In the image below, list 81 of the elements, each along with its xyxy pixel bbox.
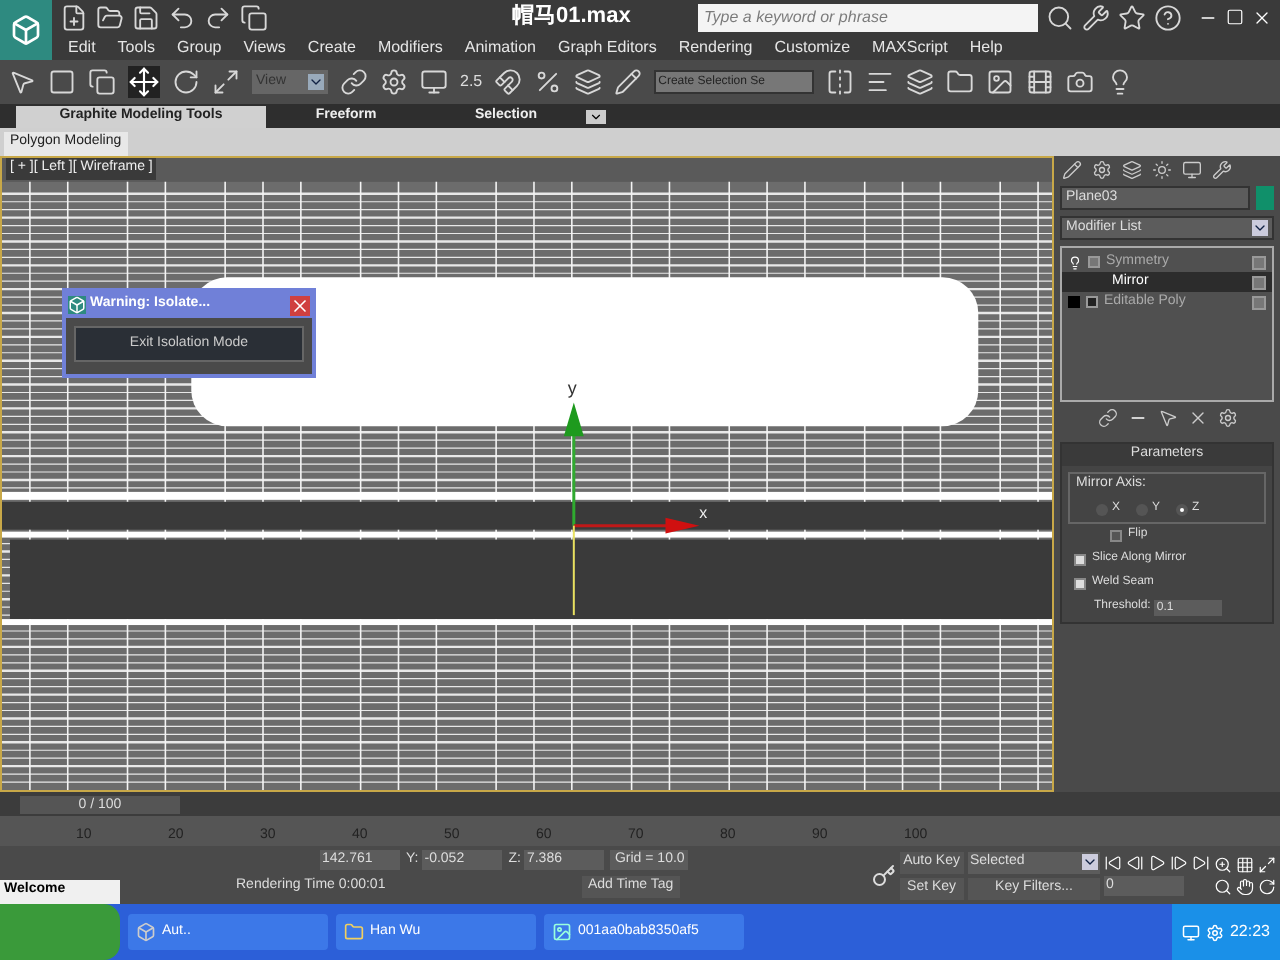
next-frame-icon[interactable]: [1170, 854, 1188, 872]
folder-icon: [344, 922, 364, 942]
search-field[interactable]: Type a keyword or phrase: [698, 3, 1038, 31]
modify-tab-icon[interactable]: [1090, 160, 1114, 180]
snap-icon[interactable]: [494, 68, 523, 96]
edit-set-icon[interactable]: [614, 68, 643, 96]
clock: 22:23: [1229, 920, 1270, 944]
new-file-icon[interactable]: [60, 3, 88, 31]
play-icon[interactable]: [1148, 854, 1166, 872]
menu-item[interactable]: Views: [243, 35, 286, 59]
go-to-start-icon[interactable]: [1104, 854, 1122, 872]
dropdown-arrow-icon: [1082, 854, 1098, 870]
transform-gizmo-icon[interactable]: [563, 402, 700, 617]
display-tab-icon[interactable]: [1180, 160, 1204, 180]
utilities-tab-icon[interactable]: [1210, 160, 1234, 180]
menu-item[interactable]: Create: [307, 35, 356, 59]
menu-item[interactable]: Group: [176, 35, 222, 59]
mirror-icon[interactable]: [826, 68, 855, 96]
menu-item[interactable]: Help: [969, 35, 1003, 59]
axis-label: y: [567, 378, 577, 399]
object-color-swatch[interactable]: [1256, 186, 1274, 210]
orbit-icon[interactable]: [1258, 877, 1276, 895]
configure-sets-icon[interactable]: [1217, 408, 1237, 428]
image-icon: [552, 922, 572, 942]
region-select-icon[interactable]: [48, 68, 76, 96]
app-menu-button[interactable]: [0, 0, 52, 60]
close-icon: [290, 295, 310, 315]
previous-frame-icon[interactable]: [1126, 854, 1144, 872]
redo-icon[interactable]: [204, 3, 232, 31]
bulb-icon: [1068, 255, 1082, 269]
open-folder-icon[interactable]: [96, 3, 124, 31]
save-icon[interactable]: [132, 3, 160, 31]
help-icon[interactable]: [1154, 3, 1182, 31]
radio-button[interactable]: [1176, 503, 1189, 515]
star-icon[interactable]: [1118, 3, 1146, 31]
pan-icon[interactable]: [1236, 877, 1254, 895]
snap-value[interactable]: 2.5: [460, 70, 483, 94]
select-icon[interactable]: [8, 68, 36, 96]
link-icon[interactable]: [340, 68, 368, 96]
tray-app-icon: [1205, 923, 1224, 941]
dropdown-arrow-icon: [1252, 220, 1268, 236]
menu-item[interactable]: Animation: [464, 35, 536, 59]
zoom-icon[interactable]: [1214, 855, 1232, 873]
base-object-icon: [1068, 296, 1080, 308]
remove-modifier-icon[interactable]: [1187, 408, 1207, 428]
network-icon: [1181, 923, 1200, 941]
move-icon[interactable]: [128, 66, 160, 98]
viewport-icon[interactable]: [420, 68, 448, 96]
copy-icon[interactable]: [240, 3, 268, 31]
explorer-icon[interactable]: [946, 68, 975, 96]
app-logo-icon: [10, 14, 42, 46]
create-tab-icon[interactable]: [1060, 160, 1084, 180]
menu-item[interactable]: Customize: [774, 35, 851, 59]
scale-icon[interactable]: [212, 68, 240, 96]
checkbox[interactable]: [1074, 577, 1086, 589]
menu-item[interactable]: Modifiers: [377, 35, 443, 59]
align-icon[interactable]: [866, 68, 895, 96]
menu-item[interactable]: Graph Editors: [557, 35, 657, 59]
window-title: 帽马01.max: [512, 2, 631, 33]
menu-item[interactable]: Tools: [117, 35, 155, 59]
app-logo-icon: [68, 296, 86, 314]
app-icon: [136, 922, 156, 942]
go-to-end-icon[interactable]: [1192, 854, 1210, 872]
menu-item[interactable]: MAXScript: [872, 35, 948, 59]
close-icon[interactable]: [1252, 7, 1272, 27]
checkbox[interactable]: [1110, 529, 1122, 541]
rotate-icon[interactable]: [172, 68, 200, 96]
menu-item[interactable]: Edit: [68, 35, 96, 59]
ribbon-collapse-icon: [586, 110, 606, 124]
expand-toggle-icon: [1086, 296, 1098, 308]
key-icon: [871, 863, 896, 887]
undo-icon[interactable]: [168, 3, 196, 31]
dropdown-arrow-icon: [308, 74, 324, 90]
start-button[interactable]: [0, 904, 120, 960]
expand-toggle-icon: [1088, 256, 1100, 268]
menu-item[interactable]: Rendering: [678, 35, 753, 59]
percent-snap-icon[interactable]: [534, 68, 563, 96]
maximize-icon[interactable]: [1226, 8, 1244, 26]
layers-icon[interactable]: [906, 68, 935, 96]
wrench-icon[interactable]: [1082, 3, 1110, 31]
checkbox[interactable]: [1074, 553, 1086, 565]
